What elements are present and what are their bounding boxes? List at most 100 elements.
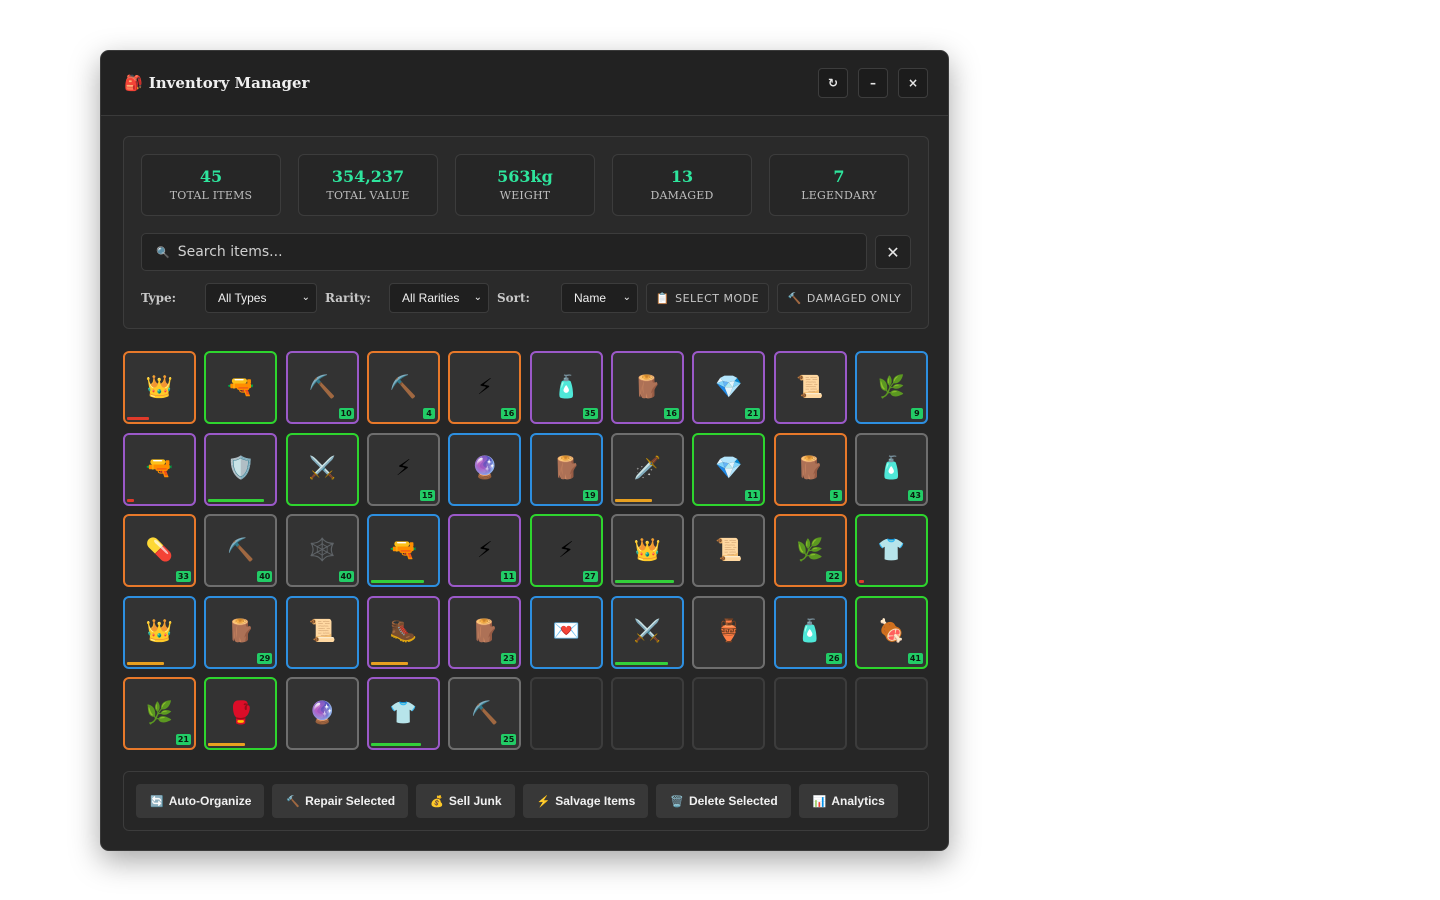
durability-bar xyxy=(614,661,668,665)
item-icon: 🌿 xyxy=(145,700,174,726)
stat-label: TOTAL ITEMS xyxy=(169,189,253,202)
item-count-badge: 41 xyxy=(907,652,923,664)
inventory-slot[interactable]: 🧴 26 xyxy=(773,595,847,669)
inventory-slot[interactable]: 🌿 21 xyxy=(123,677,196,750)
inventory-slot[interactable]: ⚔️ xyxy=(610,595,684,669)
empty-slot[interactable] xyxy=(610,677,684,750)
rarity-select[interactable]: All Rarities ⌄ xyxy=(389,283,489,313)
inventory-slot[interactable]: 🍖 41 xyxy=(854,595,928,669)
durability-bar xyxy=(208,498,265,502)
type-select[interactable]: All Types ⌄ xyxy=(205,283,317,313)
type-select-value: All Types xyxy=(218,291,267,305)
inventory-slot[interactable]: 💎 11 xyxy=(692,432,766,506)
inventory-slot[interactable]: 🪵 19 xyxy=(529,432,603,506)
search-input[interactable] xyxy=(175,243,840,261)
chevron-down-icon: ⌄ xyxy=(301,292,310,303)
search-icon: 🔍 xyxy=(156,245,170,259)
inventory-slot[interactable]: 🌿 9 xyxy=(854,351,928,424)
inventory-slot[interactable]: 🏺 xyxy=(692,595,766,669)
inventory-slot[interactable]: 📜 xyxy=(773,351,847,424)
inventory-slot[interactable]: 🪵 5 xyxy=(773,432,847,506)
inventory-slot[interactable]: 🥾 xyxy=(366,595,440,669)
inventory-slot[interactable]: ⛏️ 10 xyxy=(285,351,359,424)
inventory-slot[interactable]: 👑 xyxy=(123,595,196,669)
control-panel: 45 TOTAL ITEMS 354,237 TOTAL VALUE 563kg… xyxy=(123,136,929,329)
inventory-slot[interactable]: 🥊 xyxy=(204,677,278,750)
inventory-slot[interactable]: ⛏️ 25 xyxy=(448,677,522,750)
action-bar: 🔄 Auto-Organize 🔨 Repair Selected 💰 Sell Junk… xyxy=(123,771,929,831)
item-count-badge: 40 xyxy=(338,571,354,582)
inventory-slot[interactable]: ⚡ 27 xyxy=(529,514,603,587)
inventory-slot[interactable]: 🔫 xyxy=(123,432,196,506)
inventory-slot[interactable]: 📜 xyxy=(692,514,766,587)
select-mode-button[interactable]: 📋 SELECT MODE xyxy=(646,283,769,313)
inventory-slot[interactable]: 🛡️ xyxy=(204,432,278,506)
title-bar: 🎒 Inventory Manager ↻ – × xyxy=(101,51,948,116)
inventory-slot[interactable]: ⚡ 15 xyxy=(366,432,440,506)
inventory-slot[interactable]: 🌿 22 xyxy=(773,514,847,587)
sort-select-value: Name xyxy=(574,291,607,305)
item-icon: ⚡ xyxy=(558,537,574,563)
minimize-button[interactable]: – xyxy=(858,68,888,98)
stat-value: 354,237 xyxy=(331,167,405,186)
inventory-slot[interactable]: 💎 21 xyxy=(692,351,766,424)
action-label: Sell Junk xyxy=(448,794,502,808)
inventory-slot[interactable]: 🔮 xyxy=(448,432,522,506)
inventory-slot[interactable]: 🔮 xyxy=(285,677,359,750)
inventory-slot[interactable]: ⚔️ xyxy=(285,432,359,506)
inventory-slot[interactable]: 🧴 43 xyxy=(854,432,928,506)
item-icon: ⛏️ xyxy=(308,374,336,400)
repair-selected-button[interactable]: 🔨 Repair Selected xyxy=(272,784,409,818)
durability-bar xyxy=(208,743,246,746)
lightning-icon: ⚡ xyxy=(536,795,551,808)
empty-slot[interactable] xyxy=(692,677,766,750)
inventory-slot[interactable]: 👕 xyxy=(366,677,440,750)
inventory-slot[interactable]: 🔫 xyxy=(366,514,440,587)
item-icon: 🍖 xyxy=(877,619,906,644)
durability-bar xyxy=(127,417,149,420)
inventory-slot[interactable]: 🔫 xyxy=(204,351,278,424)
inventory-slot[interactable]: 💌 xyxy=(529,595,603,669)
inventory-grid: 👑 🔫 ⛏️ 10 ⛏️ 4 ⚡ 16 🧴 35 🪵 16 💎 21 📜 🌿 9 🔫 🛡️ ⚔️ ⚡ 15 🔮 🪵 19 🗡️ 💎 1… xyxy=(123,351,929,751)
item-icon: 🪵 xyxy=(227,619,255,644)
inventory-slot[interactable]: 🗡️ xyxy=(610,432,684,506)
auto-organize-button[interactable]: 🔄 Auto-Organize xyxy=(136,784,265,818)
inventory-slot[interactable]: 🪵 23 xyxy=(448,595,522,669)
inventory-slot[interactable]: 👑 xyxy=(123,351,196,424)
item-count-badge: 11 xyxy=(745,489,761,501)
analytics-button[interactable]: 📊 Analytics xyxy=(798,784,898,818)
empty-slot[interactable] xyxy=(529,677,603,750)
chevron-down-icon: ⌄ xyxy=(473,292,482,303)
clear-search-button[interactable]: ✕ xyxy=(875,235,911,269)
inventory-slot[interactable]: 👑 xyxy=(610,514,684,587)
salvage-items-button[interactable]: ⚡ Salvage Items xyxy=(522,784,649,818)
close-button[interactable]: × xyxy=(898,68,928,98)
inventory-slot[interactable]: 🪵 16 xyxy=(610,351,684,424)
durability-bar xyxy=(127,661,164,665)
inventory-slot[interactable]: ⛏️ 4 xyxy=(366,351,440,424)
empty-slot[interactable] xyxy=(773,677,847,750)
empty-slot[interactable] xyxy=(854,677,928,750)
stat-value: 45 xyxy=(199,167,223,186)
chevron-down-icon: ⌄ xyxy=(622,292,631,303)
inventory-slot[interactable]: ⛏️ 40 xyxy=(204,514,278,587)
filter-row: Type: All Types ⌄ Rarity: All Rarities ⌄… xyxy=(141,283,913,313)
refresh-button[interactable]: ↻ xyxy=(818,68,848,98)
item-count-badge: 21 xyxy=(745,408,761,419)
inventory-slot[interactable]: 🧴 35 xyxy=(529,351,603,424)
inventory-slot[interactable]: ⚡ 16 xyxy=(448,351,522,424)
inventory-slot[interactable]: 💊 33 xyxy=(123,514,196,587)
damaged-only-button[interactable]: 🔨 DAMAGED ONLY xyxy=(777,283,912,313)
inventory-slot[interactable]: ⚡ 11 xyxy=(448,514,522,587)
stat-label: WEIGHT xyxy=(499,189,551,202)
durability-bar xyxy=(614,498,652,502)
inventory-slot[interactable]: 📜 xyxy=(285,595,359,669)
inventory-slot[interactable]: 🪵 29 xyxy=(204,595,278,669)
sell-junk-button[interactable]: 💰 Sell Junk xyxy=(416,784,515,818)
sort-select[interactable]: Name ⌄ xyxy=(561,283,638,313)
item-icon: 🧴 xyxy=(552,374,580,400)
inventory-slot[interactable]: 🕸️ 40 xyxy=(285,514,359,587)
inventory-slot[interactable]: 👕 xyxy=(854,514,928,587)
item-icon: 👕 xyxy=(877,537,906,563)
delete-selected-button[interactable]: 🗑️ Delete Selected xyxy=(656,784,791,818)
